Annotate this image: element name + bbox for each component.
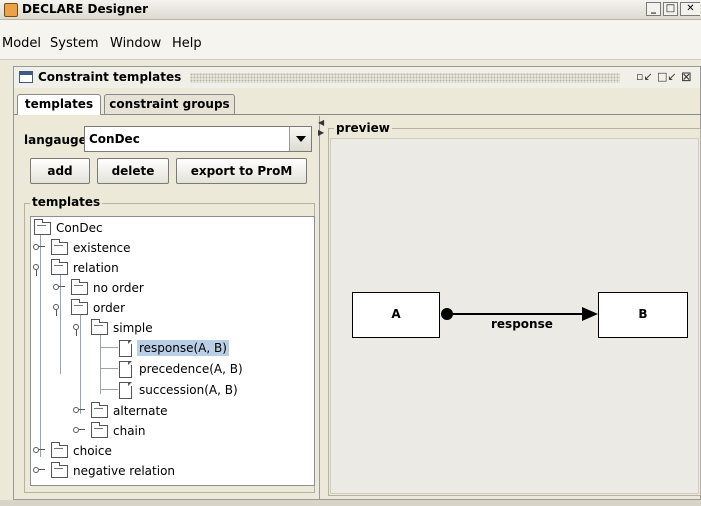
tree-node-label: succession(A, B) xyxy=(139,383,238,397)
tree-line xyxy=(100,347,118,348)
folder-icon xyxy=(71,279,88,295)
collapse-toggle-icon[interactable] xyxy=(53,302,62,316)
title-bar-grip xyxy=(190,73,620,83)
tree-node-label: order xyxy=(93,301,125,315)
tree-node-label: response(A, B) xyxy=(137,340,229,356)
activity-box-b[interactable]: B xyxy=(598,292,688,338)
tree-node-label: ConDec xyxy=(56,221,103,235)
tree-node-label: existence xyxy=(73,241,131,255)
relation-label: response xyxy=(491,317,553,331)
restore-icon[interactable]: ▫↙ xyxy=(636,70,653,83)
add-button[interactable]: add xyxy=(30,158,90,184)
expand-toggle-icon[interactable] xyxy=(73,425,85,434)
tree-line xyxy=(100,368,118,369)
folder-icon xyxy=(91,402,108,418)
templates-group-label: templates xyxy=(30,195,103,209)
tree-node-label: chain xyxy=(113,424,146,438)
tab-divider xyxy=(14,114,701,115)
folder-icon xyxy=(51,259,68,275)
tab-templates[interactable]: templates xyxy=(17,94,101,115)
activity-box-a[interactable]: A xyxy=(352,292,440,338)
menu-help[interactable]: Help xyxy=(172,36,202,51)
document-icon xyxy=(119,340,132,357)
collapse-toggle-icon[interactable] xyxy=(33,262,42,276)
window-title: DECLARE Designer xyxy=(22,2,149,16)
folder-icon xyxy=(34,219,51,235)
minimize-icon[interactable]: _ xyxy=(646,2,661,16)
menu-model[interactable]: Model xyxy=(2,36,41,51)
folder-icon xyxy=(71,299,88,315)
tree-node-label: simple xyxy=(113,321,153,335)
window-title-bar[interactable]: DECLARE Designer _ □ ✕ xyxy=(0,0,701,20)
close-icon[interactable]: ✕ xyxy=(680,2,700,16)
tree-node-label: choice xyxy=(73,444,112,458)
folder-icon xyxy=(91,319,108,335)
menu-window[interactable]: Window xyxy=(110,36,161,51)
desktop-bottom xyxy=(0,500,701,506)
java-app-icon xyxy=(4,3,18,17)
tree-line xyxy=(100,334,101,394)
arrowhead-icon xyxy=(582,307,598,321)
maximize-icon[interactable]: □↙ xyxy=(657,70,677,83)
templates-tree[interactable]: ConDec existence relation no order order… xyxy=(30,216,315,486)
document-icon xyxy=(119,382,132,399)
internal-frame-title-bar[interactable]: Constraint templates ▫↙ □↙ ⊠ xyxy=(13,66,701,88)
menubar: Model System Window Help xyxy=(0,20,701,60)
expand-right-arrow-icon[interactable]: ▶ xyxy=(318,128,324,137)
tree-node-label: negative relation xyxy=(73,464,176,478)
close-icon[interactable]: ⊠ xyxy=(681,70,692,85)
tree-line xyxy=(100,389,118,390)
chevron-down-icon[interactable] xyxy=(289,127,311,151)
collapse-left-arrow-icon[interactable]: ◀ xyxy=(318,118,324,127)
language-select[interactable]: ConDec xyxy=(84,126,312,152)
maximize-icon[interactable]: □ xyxy=(663,2,678,16)
folder-icon xyxy=(51,442,68,458)
folder-icon xyxy=(51,239,68,255)
folder-icon xyxy=(51,462,68,478)
collapse-toggle-icon[interactable] xyxy=(73,322,82,336)
tab-constraint-groups[interactable]: constraint groups xyxy=(104,94,235,115)
expand-toggle-icon[interactable] xyxy=(33,445,45,454)
frame-window-icon xyxy=(19,71,33,83)
export-to-prom-button[interactable]: export to ProM xyxy=(176,158,307,184)
language-value: ConDec xyxy=(89,132,140,146)
internal-frame-title: Constraint templates xyxy=(38,70,182,84)
split-pane-divider[interactable] xyxy=(317,116,325,500)
tree-node-label: no order xyxy=(93,281,144,295)
menu-system[interactable]: System xyxy=(50,36,98,51)
document-icon xyxy=(119,361,132,378)
delete-button[interactable]: delete xyxy=(97,158,169,184)
language-label: langauge xyxy=(24,133,87,147)
tree-node-label: relation xyxy=(73,261,119,275)
expand-toggle-icon[interactable] xyxy=(33,242,45,251)
folder-icon xyxy=(91,422,108,438)
preview-group-label: preview xyxy=(334,121,392,135)
expand-toggle-icon[interactable] xyxy=(33,465,45,474)
expand-toggle-icon[interactable] xyxy=(53,282,65,291)
expand-toggle-icon[interactable] xyxy=(73,405,85,414)
tree-node-label: alternate xyxy=(113,404,168,418)
tree-node-label: precedence(A, B) xyxy=(139,362,243,376)
